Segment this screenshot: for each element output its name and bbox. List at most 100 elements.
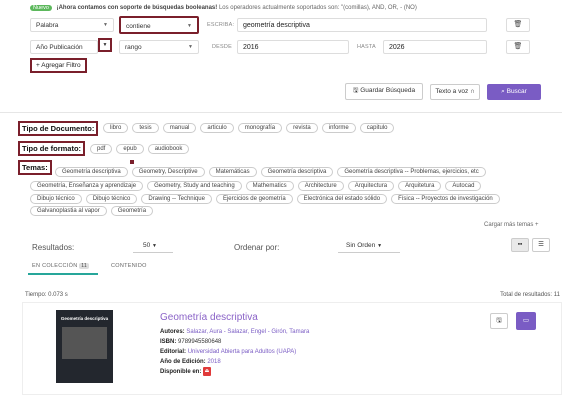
field-select-value: Año Publicación	[36, 44, 83, 51]
format-title: Tipo de formato:	[18, 141, 86, 156]
operator-select-1[interactable]: contiene ▼	[119, 16, 199, 34]
tab-collection[interactable]: EN COLECCIÓN 11	[32, 263, 90, 269]
topic-chip[interactable]: Electrónica del estado sólido	[296, 194, 388, 204]
publisher-label: Editorial:	[160, 349, 187, 355]
topic-chip[interactable]: Geometry, Study and teaching	[147, 181, 242, 191]
topic-chip[interactable]: Drawing -- Technique	[141, 194, 212, 204]
tablet-icon: ▭	[522, 317, 530, 324]
topic-chip[interactable]: Dibujo técnico	[85, 194, 138, 204]
doc-type-title: Tipo de Documento:	[18, 121, 99, 136]
notice-text: Los operadores actualmente soportados so…	[218, 5, 417, 11]
year-from-input[interactable]: 2016	[237, 40, 349, 54]
save-result-button[interactable]: 🖫	[490, 313, 508, 329]
topic-chip[interactable]: Geometría descriptiva -- Problemas, ejer…	[337, 167, 486, 177]
load-more-topics-link[interactable]: Cargar más temas +	[484, 222, 539, 228]
trash-icon: 🗑	[513, 21, 523, 28]
list-icon: ☰	[538, 241, 544, 248]
chevron-down-icon: ▼	[377, 243, 383, 249]
topic-chip[interactable]: Dibujo técnico	[30, 194, 82, 204]
doc-type-chip[interactable]: monografía	[237, 123, 283, 133]
topic-chip[interactable]: Geometría descriptiva	[55, 167, 128, 177]
isbn-value: 9789945580648	[178, 339, 222, 345]
delete-filter-button-2[interactable]: 🗑	[506, 40, 530, 54]
operator-select-value: contiene	[126, 23, 151, 30]
field-select-1[interactable]: Palabra ▼	[30, 18, 114, 32]
topic-chip[interactable]: Física -- Proyectos de investigación	[391, 194, 500, 204]
search-button[interactable]: ⌕ Buscar	[487, 84, 541, 100]
doc-type-chip[interactable]: tesis	[132, 123, 159, 133]
available-row: Disponible en: ⏏	[160, 367, 309, 377]
year-row: Año de Edición: 2018	[160, 357, 309, 367]
format-chip[interactable]: epub	[116, 144, 144, 154]
topic-chip[interactable]: Galvanoplastia al vapor	[30, 206, 107, 216]
result-meta: Autores: Salazar, Aura - Salazar, Engel …	[160, 327, 309, 377]
trash-icon: 🗑	[513, 43, 523, 50]
list-view-button[interactable]: ☰	[532, 238, 550, 252]
add-filter-button[interactable]: + Agregar Filtro	[30, 58, 87, 73]
field-select-2[interactable]: Año Publicación	[30, 40, 98, 54]
order-value: Sin Orden	[346, 242, 376, 249]
authors-value[interactable]: Salazar, Aura - Salazar, Engel - Girón, …	[186, 329, 309, 335]
publisher-value[interactable]: Universidad Abierta para Adultos (UAPA)	[188, 349, 297, 355]
grid-icon: ▪▪	[517, 241, 523, 248]
search-icon: ⌕	[501, 88, 505, 95]
search-term-input[interactable]: geometría descriptiva	[237, 18, 487, 32]
doc-type-chip[interactable]: manual	[162, 123, 197, 133]
available-label: Disponible en:	[160, 369, 202, 376]
cover-title: Geometría descriptiva	[60, 316, 109, 321]
pdf-icon[interactable]: ⏏	[203, 367, 212, 376]
format-chip[interactable]: pdf	[90, 144, 113, 154]
topic-chip[interactable]: Autocad	[445, 181, 482, 191]
doc-type-chip[interactable]: informe	[321, 123, 356, 133]
view-result-button[interactable]: ▭	[516, 312, 536, 330]
grid-view-button[interactable]: ▪▪	[511, 238, 529, 252]
year-to-input[interactable]: 2026	[383, 40, 487, 54]
save-search-button[interactable]: 🖫 Guardar Búsqueda	[345, 83, 423, 100]
write-label: ESCRIBA:	[207, 22, 235, 28]
operator-select-value: rango	[125, 44, 142, 51]
topic-chip[interactable]: Mathematics	[245, 181, 294, 191]
topics-title: Temas:	[18, 160, 52, 175]
operator-select-2[interactable]: rango ▼	[119, 40, 199, 54]
new-badge: Nuevo	[30, 5, 52, 11]
format-chip[interactable]: audiobook	[147, 144, 190, 154]
notice-bold: ¡Ahora contamos con soporte de búsquedas…	[56, 5, 218, 11]
topic-chip[interactable]: Arquitetura	[398, 181, 442, 191]
doc-type-chip[interactable]: libro	[103, 123, 129, 133]
topics-marker	[130, 160, 134, 164]
results-label: Resultados:	[32, 243, 75, 252]
tab-collection-label: EN COLECCIÓN	[32, 263, 78, 269]
order-select[interactable]: Sin Orden ▼	[338, 239, 400, 253]
topic-chip[interactable]: Geometry, Descriptive	[131, 167, 205, 177]
authors-label: Autores:	[160, 329, 185, 335]
doc-type-chip[interactable]: articulo	[200, 123, 234, 133]
per-page-select[interactable]: 50 ▼	[133, 239, 173, 253]
topic-chip[interactable]: Matemáticas	[208, 167, 257, 177]
topic-chip[interactable]: Geometría, Enseñanza y aprendizaje	[30, 181, 144, 191]
book-cover[interactable]: Geometría descriptiva	[56, 310, 113, 383]
year-label: Año de Edición:	[160, 359, 206, 365]
year-value[interactable]: 2018	[207, 359, 220, 365]
chevron-down-icon: ▼	[152, 243, 157, 249]
tab-content[interactable]: CONTENIDO	[111, 263, 147, 269]
field-select-2-toggle[interactable]: ▼	[98, 38, 112, 52]
doc-type-chip[interactable]: revista	[286, 123, 318, 133]
topic-chip[interactable]: Arquitectura	[347, 181, 395, 191]
search-button-label: Buscar	[506, 88, 527, 95]
topic-chip[interactable]: Architecture	[297, 181, 344, 191]
chevron-down-icon: ▼	[103, 22, 108, 28]
chevron-down-icon: ▼	[102, 42, 108, 48]
topic-chip[interactable]: Geometría	[110, 206, 154, 216]
text-to-speech-button[interactable]: Texto a voz ∩	[430, 84, 480, 100]
doc-type-chip[interactable]: capitulo	[359, 123, 395, 133]
topic-chip[interactable]: Geometría descriptiva	[260, 167, 334, 177]
authors-row: Autores: Salazar, Aura - Salazar, Engel …	[160, 327, 309, 337]
section-divider	[0, 112, 562, 113]
result-title[interactable]: Geometría descriptiva	[160, 312, 258, 323]
topic-chip[interactable]: Ejercicios de geometría	[215, 194, 293, 204]
delete-filter-button-1[interactable]: 🗑	[506, 18, 530, 32]
search-time: Tiempo: 0.073 s	[25, 292, 68, 298]
save-icon: 🖫	[496, 317, 502, 324]
total-results: Total de resultados: 11	[500, 292, 560, 298]
isbn-row: ISBN: 9789945580648	[160, 337, 309, 347]
